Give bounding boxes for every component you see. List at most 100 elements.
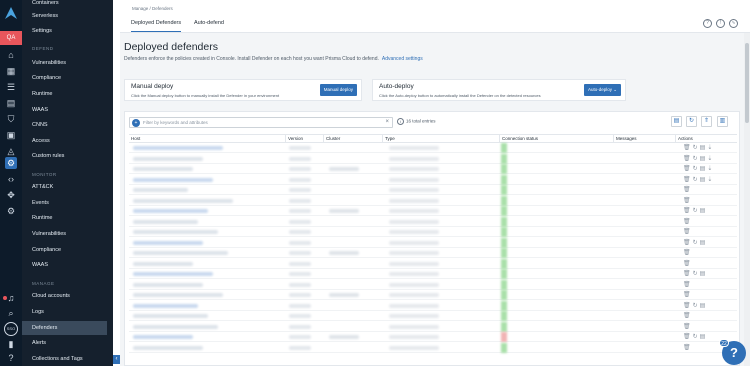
table-row[interactable]: 🗑 <box>129 321 737 332</box>
nav-item-cloud-accounts[interactable]: Cloud accounts <box>22 289 107 303</box>
nav-item-alerts[interactable]: Alerts <box>22 336 107 350</box>
nav-item-defend-cnns[interactable]: CNNS <box>22 118 107 132</box>
row-actions[interactable]: 🗑↻▤ <box>683 207 707 214</box>
col-connection-status[interactable]: Connection status <box>500 135 614 143</box>
col-cluster[interactable]: Cluster <box>324 135 383 143</box>
row-actions[interactable]: 🗑↻▤ <box>683 239 707 246</box>
nav-item-defend-compliance[interactable]: Compliance <box>22 71 107 85</box>
code-icon[interactable]: ‹› <box>5 173 17 185</box>
table-row[interactable]: 🗑 <box>129 311 737 321</box>
list-icon[interactable]: ☰ <box>5 81 17 93</box>
tab-auto-defend[interactable]: Auto-defend <box>194 18 224 32</box>
table-row[interactable]: 🗑 <box>129 227 737 237</box>
row-actions[interactable]: 🗑 <box>683 312 693 319</box>
info-circle-icon[interactable]: ! <box>716 19 725 28</box>
nav-item-defend-runtime[interactable]: Runtime <box>22 87 107 101</box>
shield-icon[interactable]: ⛉ <box>5 113 17 125</box>
bell-icon[interactable]: ♫ <box>5 292 17 304</box>
row-actions[interactable]: 🗑↻▤⇣ <box>683 176 714 183</box>
col-messages[interactable]: Messages <box>614 135 676 143</box>
table-row[interactable]: 🗑 <box>129 290 737 300</box>
table-row[interactable]: 🗑 <box>129 185 737 195</box>
row-actions[interactable]: 🗑↻▤ <box>683 302 707 309</box>
row-actions[interactable]: 🗑 <box>683 228 693 235</box>
row-actions[interactable]: 🗑 <box>683 281 693 288</box>
nav-item-defend-custom-rules[interactable]: Custom rules <box>22 149 107 163</box>
nav-item-defenders[interactable]: Defenders <box>22 321 107 335</box>
row-actions[interactable]: 🗑 <box>683 291 693 298</box>
settings-icon[interactable]: ⚙ <box>5 205 17 217</box>
table-row[interactable]: 🗑 <box>129 342 737 353</box>
row-actions[interactable]: 🗑↻▤ <box>683 270 707 277</box>
manual-deploy-button[interactable]: Manual deploy <box>319 84 357 96</box>
row-actions[interactable]: 🗑 <box>683 197 693 204</box>
row-actions[interactable]: 🗑↻▤ <box>683 333 707 340</box>
docs-icon[interactable]: ▮ <box>5 338 17 350</box>
row-actions[interactable]: 🗑 <box>683 323 693 330</box>
nav-item-events[interactable]: Events <box>22 196 107 210</box>
network-icon[interactable]: ✥ <box>5 189 17 201</box>
row-actions[interactable]: 🗑↻▤⇣ <box>683 144 714 151</box>
export-csv-button[interactable]: ▤ <box>671 116 682 127</box>
nav-item-attack[interactable]: ATT&CK <box>22 180 107 194</box>
table-row[interactable]: 🗑 <box>129 258 737 269</box>
collapse-rows-button[interactable]: ⇑ <box>701 116 712 127</box>
nav-item-logs[interactable]: Logs <box>22 305 107 319</box>
compute-icon[interactable]: ⚙ <box>5 157 17 169</box>
table-row[interactable]: 🗑↻▤⇣ <box>129 153 737 164</box>
row-actions[interactable]: 🗑 <box>683 186 693 193</box>
activity-icon[interactable]: ∿ <box>729 19 738 28</box>
dashboard-icon[interactable]: ▦ <box>5 65 17 77</box>
column-settings-button[interactable]: ▥ <box>717 116 728 127</box>
table-row[interactable]: 🗑 <box>129 279 737 290</box>
table-row[interactable]: 🗑 <box>129 195 737 206</box>
table-row[interactable]: 🗑↻▤⇣ <box>129 143 737 153</box>
row-actions[interactable]: 🗑 <box>683 249 693 256</box>
auto-deploy-button[interactable]: Auto-deploy ⌄ <box>583 84 621 96</box>
nav-item-monitor-vulnerabilities[interactable]: Vulnerabilities <box>22 227 107 241</box>
filter-bar[interactable]: + Filter by keywords and attributes × <box>129 117 393 128</box>
nav-item-monitor-runtime[interactable]: Runtime <box>22 211 107 225</box>
filter-icon[interactable]: + <box>132 119 140 127</box>
nav-item-monitor-compliance[interactable]: Compliance <box>22 243 107 257</box>
table-row[interactable]: 🗑↻▤ <box>129 300 737 311</box>
avatar[interactable]: SSO <box>4 322 18 336</box>
main-scrollbar[interactable] <box>744 33 750 366</box>
refresh-button[interactable]: ↻ <box>686 116 697 127</box>
col-type[interactable]: Type <box>383 135 500 143</box>
advanced-settings-link[interactable]: Advanced settings <box>382 56 423 62</box>
table-row[interactable]: 🗑↻▤ <box>129 332 737 342</box>
clear-filter-icon[interactable]: × <box>385 119 389 125</box>
collapse-sidebar-button[interactable]: ‹ <box>113 355 120 364</box>
prisma-logo-icon[interactable] <box>4 6 18 20</box>
row-actions[interactable]: 🗑↻▤⇣ <box>683 155 714 162</box>
inventory-icon[interactable]: ▤ <box>5 97 17 109</box>
table-row[interactable]: 🗑↻▤ <box>129 269 737 279</box>
search-icon[interactable]: ⌕ <box>5 307 17 319</box>
row-actions[interactable]: 🗑 <box>683 218 693 225</box>
nav-item-defend-access[interactable]: Access <box>22 134 107 148</box>
col-host[interactable]: Host <box>129 135 286 143</box>
help-rail-icon[interactable]: ? <box>5 352 17 364</box>
help-circle-icon[interactable]: ? <box>703 19 712 28</box>
table-row[interactable]: 🗑 <box>129 216 737 227</box>
tab-deployed-defenders[interactable]: Deployed Defenders <box>131 18 182 32</box>
main-scrollbar-thumb[interactable] <box>745 43 749 123</box>
row-actions[interactable]: 🗑↻▤⇣ <box>683 165 714 172</box>
table-row[interactable]: 🗑 <box>129 248 737 258</box>
table-row[interactable]: 🗑↻▤⇣ <box>129 174 737 185</box>
table-row[interactable]: 🗑↻▤ <box>129 237 737 248</box>
table-row[interactable]: 🗑↻▤⇣ <box>129 164 737 174</box>
home-icon[interactable]: ⌂ <box>5 49 17 61</box>
nav-item-serverless[interactable]: Serverless <box>22 9 107 23</box>
filter-input[interactable]: Filter by keywords and attributes <box>143 120 208 125</box>
row-actions[interactable]: 🗑 <box>683 260 693 267</box>
table-row[interactable]: 🗑↻▤ <box>129 206 737 216</box>
nav-item-defend-vulnerabilities[interactable]: Vulnerabilities <box>22 56 107 70</box>
nav-item-monitor-waas[interactable]: WAAS <box>22 258 107 272</box>
nav-item-settings[interactable]: Settings <box>22 24 107 38</box>
col-version[interactable]: Version <box>286 135 324 143</box>
nav-item-defend-waas[interactable]: WAAS <box>22 103 107 117</box>
policy-icon[interactable]: ▣ <box>5 129 17 141</box>
alert-icon[interactable]: ◬ <box>5 145 17 157</box>
